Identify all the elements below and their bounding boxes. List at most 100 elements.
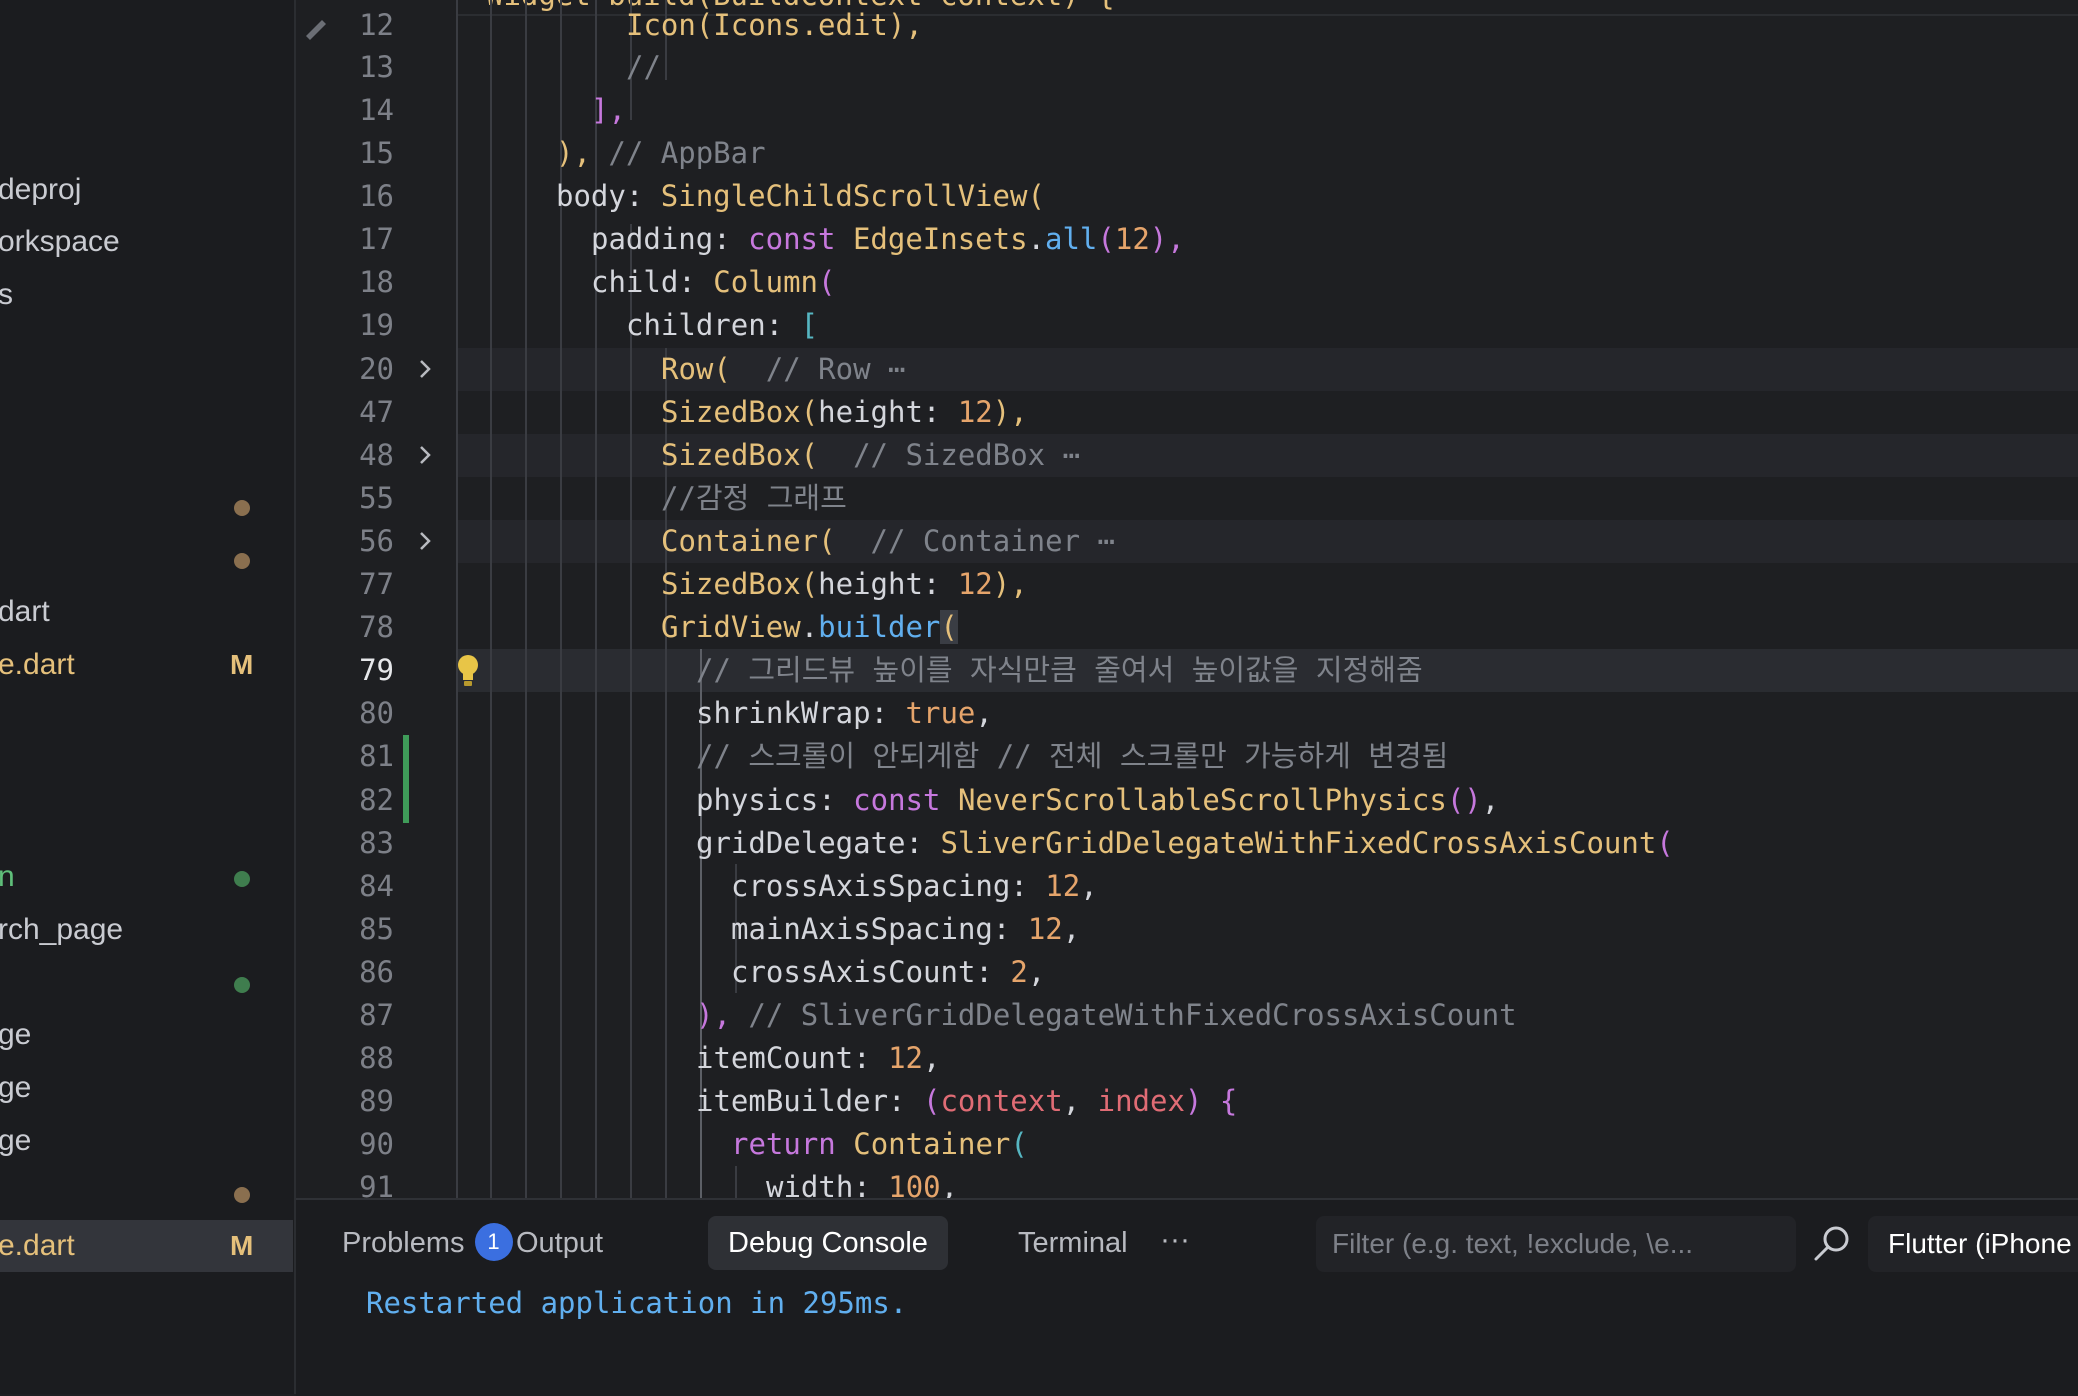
line-number: 19 <box>359 308 394 342</box>
indent-guide <box>735 1166 737 1198</box>
indent-guide <box>456 0 458 1198</box>
code-line: // <box>626 50 661 84</box>
file-item[interactable]: orkspace <box>0 216 293 268</box>
line-number: 78 <box>359 610 394 644</box>
line-number: 13 <box>359 50 394 84</box>
fold-chevron-icon[interactable] <box>414 530 436 552</box>
code-line-folded: Row( // Row ⋯ <box>661 352 906 386</box>
line-number: 18 <box>359 265 394 299</box>
line-number: 12 <box>359 8 394 42</box>
code-line: width: 100, <box>766 1170 959 1198</box>
git-change-bar <box>403 735 409 823</box>
untracked-dot-icon <box>234 871 250 887</box>
line-number: 56 <box>359 524 394 558</box>
code-line: GridView.builder( <box>661 610 958 644</box>
code-line: itemBuilder: (context, index) { <box>696 1084 1238 1118</box>
code-line: Icon(Icons.edit), <box>626 8 923 42</box>
code-line: physics: const NeverScrollableScrollPhys… <box>696 783 1500 817</box>
bottom-panel: Problems 1 Output Debug Console Terminal … <box>296 1198 2078 1396</box>
fold-chevron-icon[interactable] <box>414 358 436 380</box>
modified-badge: M <box>230 649 254 680</box>
line-number-active: 79 <box>359 653 394 687</box>
file-name: e.dart <box>0 1229 75 1262</box>
file-name: ge <box>0 1124 32 1157</box>
untracked-dot-icon <box>234 977 250 993</box>
file-item[interactable] <box>0 480 293 532</box>
line-number: 83 <box>359 826 394 860</box>
fold-chevron-icon[interactable] <box>414 444 436 466</box>
file-item[interactable]: n <box>0 851 293 903</box>
file-item[interactable] <box>0 1167 293 1219</box>
lightbulb-icon[interactable] <box>456 654 480 688</box>
line-number: 82 <box>359 783 394 817</box>
code-line: ), // AppBar <box>556 136 766 170</box>
line-number: 77 <box>359 567 394 601</box>
line-number: 87 <box>359 998 394 1032</box>
modified-badge: M <box>230 1230 254 1261</box>
tab-label: Terminal <box>1018 1227 1128 1259</box>
file-item[interactable] <box>0 957 293 1009</box>
file-name: ge <box>0 1071 32 1104</box>
file-item[interactable]: ge <box>0 1062 293 1114</box>
file-name: dart <box>0 595 50 628</box>
line-number: 14 <box>359 93 394 127</box>
file-name: n <box>0 851 15 903</box>
code-line: shrinkWrap: true, <box>696 696 993 730</box>
tab-label: Problems <box>342 1227 465 1259</box>
more-tabs-button[interactable]: ··· <box>1160 1216 1190 1270</box>
debug-target-select[interactable]: Flutter (iPhone <box>1868 1216 2078 1272</box>
file-item[interactable]: ge <box>0 1009 293 1061</box>
line-number: 85 <box>359 912 394 946</box>
filter-input[interactable]: Filter (e.g. text, !exclude, \e... <box>1316 1216 1796 1272</box>
file-item[interactable]: deproj <box>0 164 293 216</box>
tab-output[interactable]: Output <box>496 1216 623 1270</box>
indent-guide <box>490 0 492 1198</box>
file-name: ge <box>0 1018 32 1051</box>
file-item[interactable]: s <box>0 269 293 321</box>
file-item-selected[interactable]: e.dart M <box>0 1220 293 1272</box>
tab-debug-console[interactable]: Debug Console <box>708 1216 948 1270</box>
code-line: SizedBox(height: 12), <box>661 567 1028 601</box>
file-item[interactable] <box>0 533 293 585</box>
file-item-modified[interactable]: e.dart M <box>0 639 293 691</box>
line-number: 84 <box>359 869 394 903</box>
console-output: Restarted application in 295ms. <box>366 1286 908 1320</box>
code-line: children: [ <box>626 308 819 342</box>
file-name: s <box>0 269 13 321</box>
code-line-folded: SizedBox( // SizedBox ⋯ <box>661 438 1081 472</box>
file-item[interactable]: rch_page <box>0 904 293 956</box>
indent-guide <box>525 0 527 1198</box>
tab-label: Output <box>516 1227 604 1259</box>
file-item[interactable]: dart <box>0 586 293 638</box>
line-number: 16 <box>359 179 394 213</box>
line-number: 15 <box>359 136 394 170</box>
modified-dot-icon <box>234 553 250 569</box>
tab-label: Debug Console <box>728 1227 928 1259</box>
code-line: crossAxisCount: 2, <box>731 955 1046 989</box>
line-number: 91 <box>359 1170 394 1198</box>
line-number: 80 <box>359 696 394 730</box>
code-line: gridDelegate: SliverGridDelegateWithFixe… <box>696 826 1674 860</box>
code-line: ), // SliverGridDelegateWithFixedCrossAx… <box>696 998 1517 1032</box>
tab-terminal[interactable]: Terminal <box>998 1216 1148 1270</box>
file-name: orkspace <box>0 225 120 258</box>
search-icon[interactable] <box>1810 1222 1854 1266</box>
line-number: 88 <box>359 1041 394 1075</box>
code-line: // 스크롤이 안되게함 // 전체 스크롤만 가능하게 변경됨 <box>696 739 1449 773</box>
line-number: 89 <box>359 1084 394 1118</box>
modified-dot-icon <box>234 1187 250 1203</box>
code-line: ], <box>591 93 626 127</box>
file-name: e.dart <box>0 648 75 681</box>
code-editor[interactable]: Widget build(BuildContext context) { 12 … <box>296 0 2078 1198</box>
explorer-sidebar: deproj orkspace s dart e.dart M n rch_pag… <box>0 0 296 1394</box>
line-number: 17 <box>359 222 394 256</box>
file-item[interactable]: ge <box>0 1115 293 1167</box>
code-line: return Container( <box>731 1127 1028 1161</box>
indent-guide <box>630 224 632 1198</box>
code-line-folded: Container( // Container ⋯ <box>661 524 1115 558</box>
code-line: crossAxisSpacing: 12, <box>731 869 1098 903</box>
file-name: rch_page <box>0 913 124 946</box>
line-number: 86 <box>359 955 394 989</box>
file-name: deproj <box>0 173 82 206</box>
line-number: 55 <box>359 481 394 515</box>
